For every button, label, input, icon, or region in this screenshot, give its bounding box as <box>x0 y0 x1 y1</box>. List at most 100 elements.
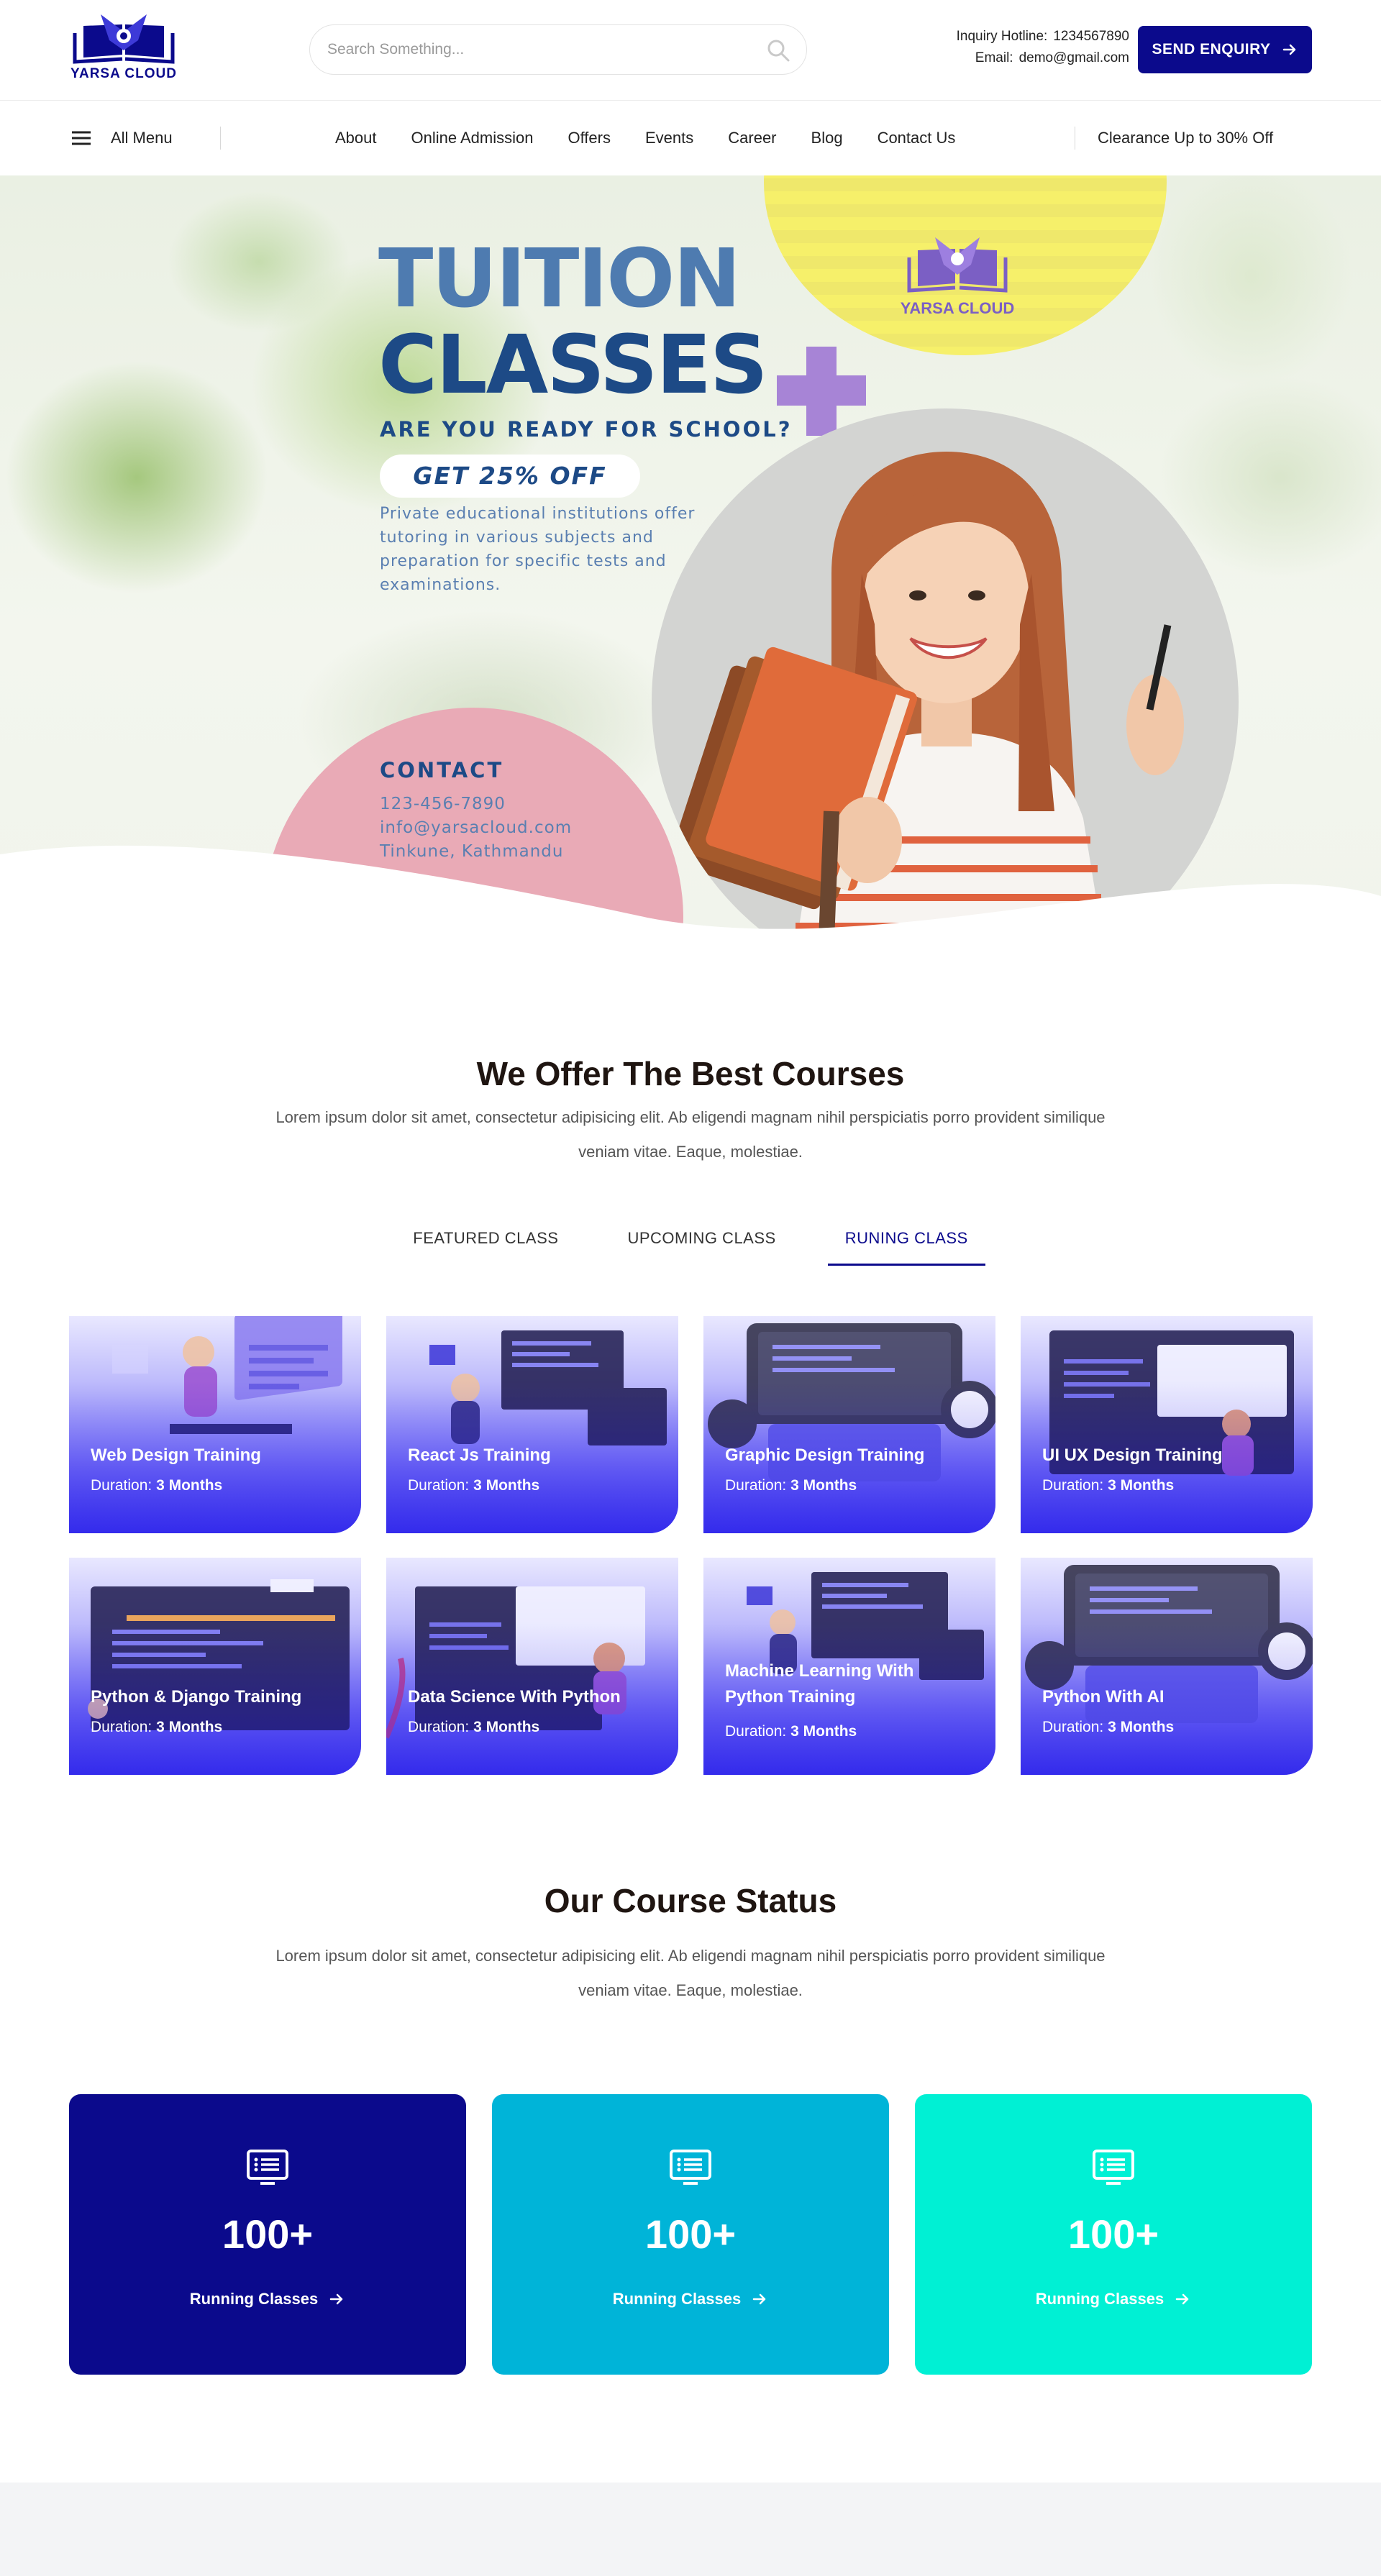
header-email[interactable]: demo@gmail.com <box>1019 50 1129 65</box>
hotline-number[interactable]: 1234567890 <box>1053 29 1129 44</box>
duration-label: Duration: <box>91 1477 152 1494</box>
hero-subtitle: ARE YOU READY FOR SCHOOL? <box>380 417 793 442</box>
footer-strip <box>0 2483 1381 2576</box>
header-contact-info: Inquiry Hotline: 1234567890 Email: demo@gm… <box>892 26 1129 69</box>
course-duration: Duration: 3 Months <box>725 1477 857 1494</box>
hero-badge-logo-text: YARSA CLOUD <box>901 299 1015 317</box>
nav-divider <box>220 127 221 150</box>
monitor-list-icon <box>247 2150 288 2185</box>
course-name: Python & Django Training <box>91 1687 302 1707</box>
duration-value: 3 Months <box>1108 1477 1175 1494</box>
course-card[interactable]: Graphic Design Training Duration: 3 Month… <box>703 1316 995 1533</box>
course-name: Machine Learning With Python Training <box>725 1661 914 1707</box>
stat-value: 100+ <box>1067 2211 1159 2257</box>
course-overlay <box>1021 1558 1313 1775</box>
course-duration: Duration: 3 Months <box>91 1719 222 1736</box>
nav-link-blog[interactable]: Blog <box>811 122 843 154</box>
duration-value: 3 Months <box>790 1723 857 1740</box>
hero-title-line1: TUITION <box>378 232 741 326</box>
course-card[interactable]: Data Science With Python Duration: 3 Mont… <box>386 1558 678 1775</box>
course-card[interactable]: UI UX Design Training Duration: 3 Months <box>1021 1316 1313 1533</box>
arrow-right-icon <box>329 2293 343 2305</box>
duration-value: 3 Months <box>156 1719 223 1735</box>
search-bar <box>309 24 807 75</box>
hamburger-menu-icon <box>72 131 91 145</box>
all-menu-button[interactable]: All Menu <box>69 124 173 152</box>
site-logo[interactable]: YARSA CLOUD <box>69 10 178 85</box>
stat-card-running-classes[interactable]: 100+ Running Classes <box>69 2094 466 2375</box>
main-nav: All Menu About Online Admission Offers E… <box>0 101 1381 175</box>
duration-label: Duration: <box>725 1723 787 1740</box>
nav-link-online-admission[interactable]: Online Admission <box>411 122 534 154</box>
duration-label: Duration: <box>1042 1477 1104 1494</box>
stat-label: Running Classes <box>915 2290 1312 2308</box>
logo-text: YARSA CLOUD <box>70 66 177 81</box>
nav-links: About Online Admission Offers Events Car… <box>335 122 955 154</box>
course-duration: Duration: 3 Months <box>1042 1477 1174 1494</box>
duration-value: 3 Months <box>1108 1719 1175 1735</box>
duration-value: 3 Months <box>156 1477 223 1494</box>
course-overlay <box>69 1316 361 1533</box>
course-card[interactable]: Machine Learning With Python Training Dur… <box>703 1558 995 1775</box>
course-name: Data Science With Python <box>408 1687 621 1707</box>
stat-value: 100+ <box>222 2211 314 2257</box>
status-section-title: Our Course Status <box>544 1882 837 1919</box>
duration-value: 3 Months <box>790 1477 857 1494</box>
duration-label: Duration: <box>1042 1719 1104 1735</box>
clearance-promo-link[interactable]: Clearance Up to 30% Off <box>1098 122 1273 154</box>
nav-link-events[interactable]: Events <box>645 122 693 154</box>
nav-link-contact-us[interactable]: Contact Us <box>878 122 956 154</box>
search-icon[interactable] <box>766 38 790 63</box>
stat-label: Running Classes <box>69 2290 466 2308</box>
hero-title-line2: CLASSES <box>378 319 768 412</box>
course-tabs: FEATURED CLASS UPCOMING CLASS RUNING CLA… <box>0 1220 1381 1266</box>
stat-card-running-classes[interactable]: 100+ Running Classes <box>492 2094 889 2375</box>
course-overlay <box>386 1316 678 1533</box>
hero-offer-badge: GET 25% OFF <box>380 455 640 498</box>
hero-phone: 123-456-7890 <box>380 795 506 813</box>
course-overlay <box>1021 1316 1313 1533</box>
tab-running-class[interactable]: RUNING CLASS <box>827 1220 985 1266</box>
monitor-list-icon <box>670 2150 711 2185</box>
arrow-right-icon <box>752 2293 766 2305</box>
nav-link-offers[interactable]: Offers <box>568 122 611 154</box>
course-card[interactable]: Web Design Training Duration: 3 Months <box>69 1316 361 1533</box>
course-overlay <box>386 1558 678 1775</box>
course-card[interactable]: Python & Django Training Duration: 3 Mont… <box>69 1558 361 1775</box>
course-duration: Duration: 3 Months <box>91 1477 222 1494</box>
stat-label: Running Classes <box>492 2290 889 2308</box>
hero-banner: YARSA CLOUD TUITION CLASSES ARE YOU READ… <box>0 175 1381 935</box>
course-duration: Duration: 3 Months <box>1042 1719 1174 1736</box>
courses-section-description: Lorem ipsum dolor sit amet, consectetur … <box>275 1108 1106 1161</box>
monitor-list-icon <box>1093 2150 1134 2185</box>
course-card[interactable]: Python With AI Duration: 3 Months <box>1021 1558 1313 1775</box>
course-card[interactable]: React Js Training Duration: 3 Months <box>386 1316 678 1533</box>
send-enquiry-button[interactable]: SEND ENQUIRY <box>1138 26 1312 73</box>
course-name: Python With AI <box>1042 1687 1164 1707</box>
course-duration: Duration: 3 Months <box>408 1477 539 1494</box>
tab-upcoming-class[interactable]: UPCOMING CLASS <box>610 1220 793 1266</box>
hotline-label: Inquiry Hotline: <box>956 29 1048 44</box>
stat-card-running-classes[interactable]: 100+ Running Classes <box>915 2094 1312 2375</box>
course-overlay <box>703 1316 995 1533</box>
send-enquiry-label: SEND ENQUIRY <box>1152 41 1271 58</box>
status-section-description: Lorem ipsum dolor sit amet, consectetur … <box>275 1947 1106 1999</box>
course-duration: Duration: 3 Months <box>725 1723 857 1740</box>
stat-label-text: Running Classes <box>189 2290 319 2308</box>
tab-featured-class[interactable]: FEATURED CLASS <box>396 1220 575 1266</box>
courses-section-title: We Offer The Best Courses <box>476 1055 905 1092</box>
hero-description: Private educational institutions offer t… <box>380 505 696 594</box>
duration-label: Duration: <box>91 1719 152 1735</box>
all-menu-label: All Menu <box>111 129 173 147</box>
nav-link-about[interactable]: About <box>335 122 377 154</box>
course-name: Web Design Training <box>91 1445 261 1465</box>
course-name: React Js Training <box>408 1445 551 1465</box>
duration-value: 3 Months <box>473 1719 540 1735</box>
decorative-plus <box>806 347 837 436</box>
arrow-right-icon <box>1282 44 1295 55</box>
search-input[interactable] <box>327 25 744 74</box>
course-name: UI UX Design Training <box>1042 1445 1223 1465</box>
nav-link-career[interactable]: Career <box>728 122 776 154</box>
stat-label-text: Running Classes <box>612 2290 742 2308</box>
arrow-right-icon <box>1175 2293 1189 2305</box>
